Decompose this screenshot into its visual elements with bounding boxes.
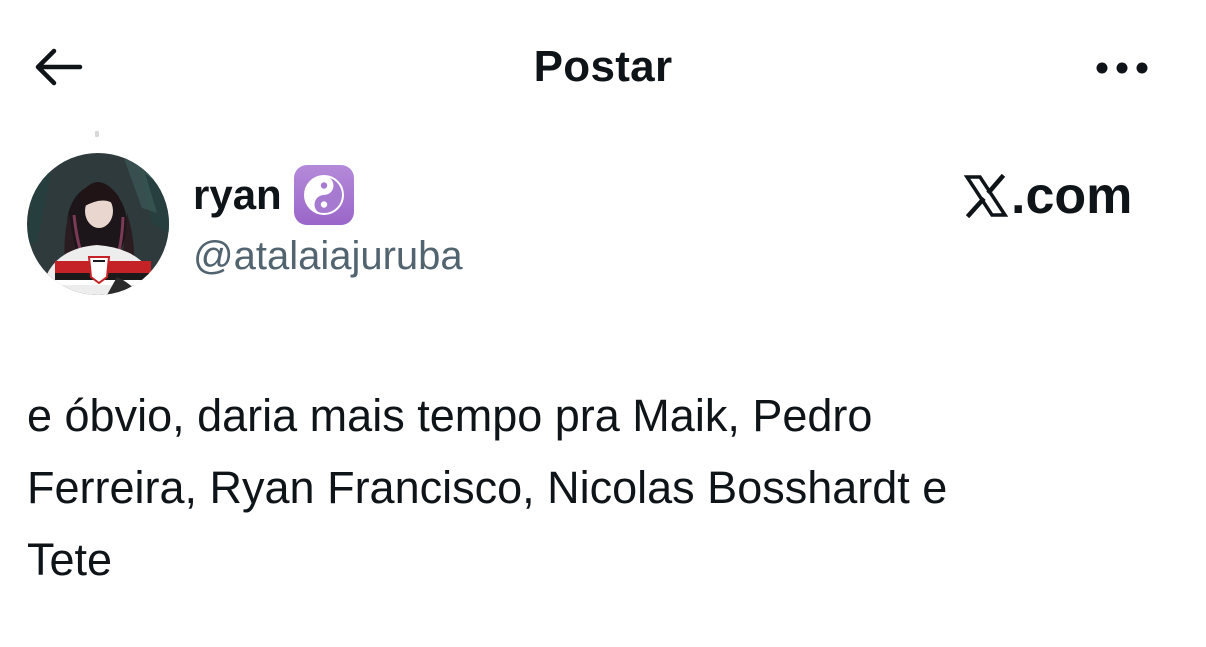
brand-label: .com — [964, 166, 1132, 226]
more-options-button[interactable] — [1086, 48, 1158, 88]
brand-domain-text: .com — [1011, 167, 1133, 225]
x-logo-icon — [964, 174, 1008, 218]
more-horizontal-icon — [1096, 62, 1148, 74]
author-name-row[interactable]: ryan — [193, 163, 354, 227]
page-title: Postar — [533, 42, 673, 91]
avatar-image — [27, 153, 169, 295]
top-bar: Postar — [0, 0, 1206, 130]
yin-yang-icon — [293, 165, 354, 225]
avatar[interactable] — [27, 153, 169, 295]
display-name[interactable]: ryan — [193, 169, 282, 221]
divider-mark — [95, 131, 99, 137]
user-handle[interactable]: @atalaiajuruba — [193, 231, 463, 281]
post-body: e óbvio, daria mais tempo pra Maik, Pedr… — [27, 390, 948, 585]
